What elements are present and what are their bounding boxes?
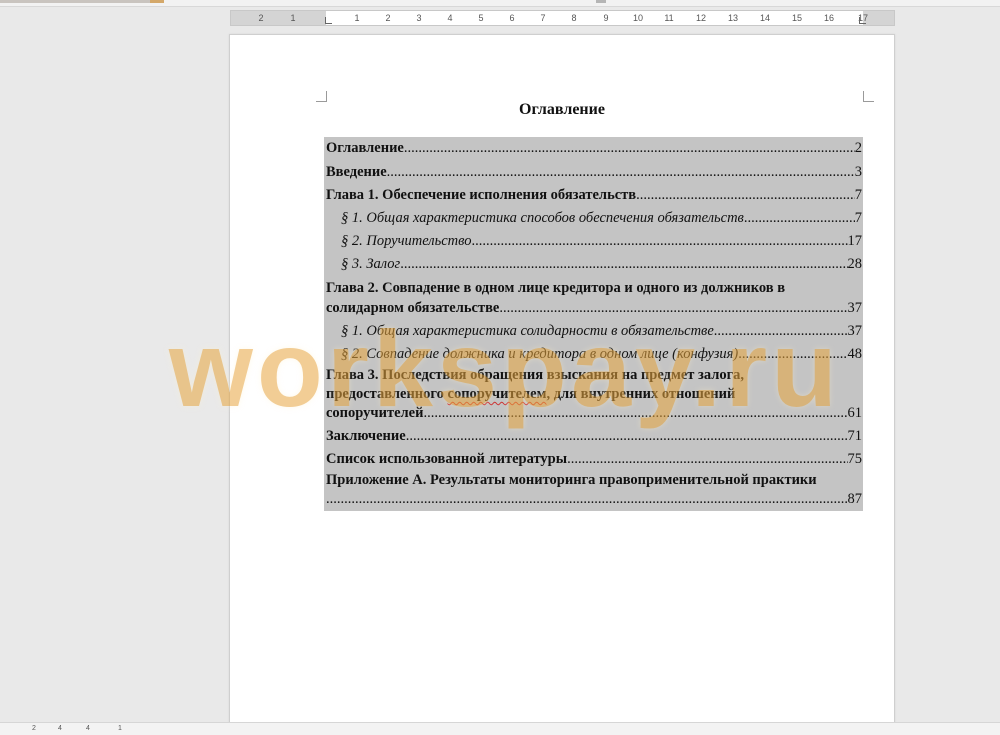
toc-entry[interactable]: Глава 1. Обеспечение исполнения обязател… (326, 184, 862, 207)
ribbon-edge (0, 0, 150, 3)
toc-heading: Оглавление (519, 101, 605, 118)
status-item[interactable]: 4 (86, 725, 90, 732)
toc-leader (567, 448, 847, 471)
toc-page-number: 37 (847, 323, 863, 339)
toc-page-number: 17 (847, 233, 863, 249)
toc-page-number: 48 (847, 346, 863, 362)
spelling-squiggle-word: сопоручителем (447, 386, 547, 402)
ruler-number: 9 (603, 13, 609, 23)
toc-leader (400, 253, 847, 276)
indent-marker[interactable] (325, 17, 332, 24)
toc-leader (326, 490, 848, 509)
toc-page-number: 3 (854, 164, 862, 180)
toc-page-number: 7 (854, 210, 862, 226)
ruler-number: 2 (385, 13, 391, 23)
toc-leader (499, 297, 847, 320)
toc-entry[interactable]: Приложение А. Результаты мониторинга пра… (326, 470, 862, 509)
toc-entry-text: § 2. Совпадение должника и кредитора в о… (341, 346, 739, 362)
ruler-number: 1 (354, 13, 360, 23)
ribbon-marker (596, 0, 606, 3)
toc-entry[interactable]: Список использованной литературы 75 (326, 448, 862, 471)
ruler-number: 2 (258, 13, 264, 23)
toc-page-number: 61 (847, 405, 863, 421)
toc-page-number: 75 (847, 451, 863, 467)
toc-leader (744, 207, 855, 230)
toc-entry-text: Оглавление (326, 140, 404, 156)
ruler-number: 12 (695, 13, 707, 23)
toc-entry-text: Глава 1. Обеспечение исполнения обязател… (326, 187, 637, 203)
toc-subentry[interactable]: § 3. Залог 28 (341, 253, 862, 276)
toc-entry-text: § 3. Залог (341, 256, 401, 272)
toc-entry-text-part: предоставленного (326, 386, 448, 402)
toc-subentry[interactable]: § 1. Общая характеристика солидарности в… (341, 320, 862, 343)
toc-entry[interactable]: Глава 3. Последствия обращения взыскания… (326, 366, 862, 423)
toc-leader (472, 230, 848, 253)
toc-entry-text: § 2. Поручительство (341, 233, 472, 249)
toc-entry[interactable]: Заключение 71 (326, 425, 862, 448)
toc-entry[interactable]: Оглавление 2 (326, 137, 862, 160)
toc-entry-text: § 1. Общая характеристика способов обесп… (341, 210, 744, 226)
status-bar: 2 4 4 1 (0, 722, 1000, 735)
toc-entry-text: § 1. Общая характеристика солидарности в… (341, 323, 714, 339)
toc-entry-text-line1: Приложение А. Результаты мониторинга пра… (326, 472, 817, 488)
ruler-number: 10 (632, 13, 644, 23)
ribbon-accent (150, 0, 164, 3)
toc-leader (714, 320, 848, 343)
toc-page-number: 37 (847, 300, 863, 316)
ruler-number: 13 (727, 13, 739, 23)
status-item[interactable]: 1 (118, 725, 122, 732)
toc-page-number: 87 (847, 491, 863, 507)
ruler-number: 8 (571, 13, 577, 23)
toc-entry-text-line1: Глава 3. Последствия обращения взыскания… (326, 367, 745, 383)
ruler-number: 1 (290, 13, 296, 23)
toc-entry-text: солидарном обязательстве (326, 300, 500, 316)
right-indent-marker[interactable] (859, 17, 866, 24)
ruler-number: 7 (540, 13, 546, 23)
window-top-strip (0, 0, 1000, 7)
toc-entry[interactable]: Глава 2. Совпадение в одном лице кредито… (326, 277, 862, 320)
ruler-number: 16 (823, 13, 835, 23)
toc-entry[interactable]: Введение 3 (326, 161, 862, 184)
ruler-number: 3 (416, 13, 422, 23)
ruler-left-margin (231, 11, 326, 25)
status-item[interactable]: 2 (32, 725, 36, 732)
toc-entry-text: Введение (326, 164, 387, 180)
toc-entry-text: Заключение (326, 428, 406, 444)
ruler-number: 15 (791, 13, 803, 23)
toc-subentry[interactable]: § 2. Поручительство 17 (341, 230, 862, 253)
ruler-number: 5 (478, 13, 484, 23)
ruler-number: 4 (447, 13, 453, 23)
toc-entry-text-line2: предоставленного сопоручителем, для внут… (326, 385, 862, 404)
ruler-number: 14 (759, 13, 771, 23)
toc-entry-text-part: , для внутренних отношений (546, 386, 736, 402)
toc-leader (738, 343, 847, 366)
toc-leader (387, 161, 855, 184)
ruler-number: 6 (509, 13, 515, 23)
status-item[interactable]: 4 (58, 725, 62, 732)
toc-leader (404, 137, 855, 160)
toc-page-number: 28 (847, 256, 863, 272)
table-of-contents[interactable]: Оглавление 2 Введение 3 Глава 1. Обеспечен… (324, 137, 863, 511)
ruler-number: 11 (664, 13, 674, 23)
document-page[interactable]: Оглавление Оглавление 2 Введение 3 Глава 1… (229, 34, 895, 735)
toc-entry-text: сопоручителей (326, 405, 424, 421)
toc-subentry[interactable]: § 1. Общая характеристика способов обесп… (341, 207, 862, 230)
toc-subentry[interactable]: § 2. Совпадение должника и кредитора в о… (341, 343, 862, 366)
toc-leader (423, 404, 847, 423)
toc-entry-text: Список использованной литературы (326, 451, 568, 467)
horizontal-ruler[interactable]: 2 1 1 2 3 4 5 6 7 8 9 10 11 12 13 14 15 … (230, 10, 895, 26)
toc-leader (636, 184, 855, 207)
toc-leader (406, 425, 848, 448)
toc-page-number: 7 (854, 187, 862, 203)
toc-page-number: 2 (854, 140, 862, 156)
toc-page-number: 71 (847, 428, 863, 444)
